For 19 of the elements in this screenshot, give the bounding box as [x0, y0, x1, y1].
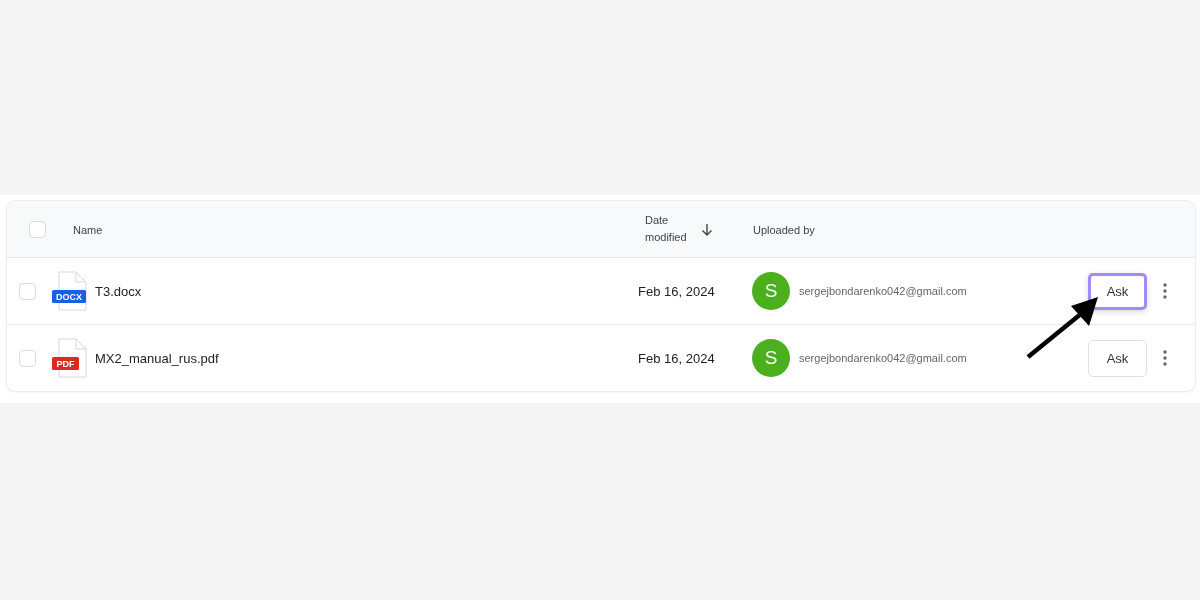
row-checkbox[interactable]: [19, 282, 36, 300]
file-name[interactable]: T3.docx: [95, 283, 142, 299]
uploader-email: sergejbondarenko042@gmail.com: [799, 352, 967, 364]
more-options-icon[interactable]: [1163, 283, 1167, 299]
column-header[interactable]: Date modified: [645, 212, 695, 246]
file-name[interactable]: MX2_manual_rus.pdf: [95, 350, 219, 366]
ask-button[interactable]: Ask: [1088, 339, 1147, 377]
more-options-icon[interactable]: [1163, 350, 1167, 366]
sort-down-icon[interactable]: [701, 222, 713, 236]
ask-button[interactable]: Ask: [1088, 272, 1147, 310]
uploader-email: sergejbondarenko042@gmail.com: [799, 285, 967, 297]
select-all-checkbox[interactable]: [29, 220, 46, 238]
avatar: S: [752, 339, 790, 377]
column-header[interactable]: Uploaded by: [753, 223, 815, 236]
column-header[interactable]: Name: [73, 223, 103, 236]
row-checkbox[interactable]: [19, 349, 36, 367]
date-cell: Feb 16, 2024: [638, 284, 715, 299]
avatar: S: [752, 272, 790, 310]
date-cell: Feb 16, 2024: [638, 351, 715, 366]
